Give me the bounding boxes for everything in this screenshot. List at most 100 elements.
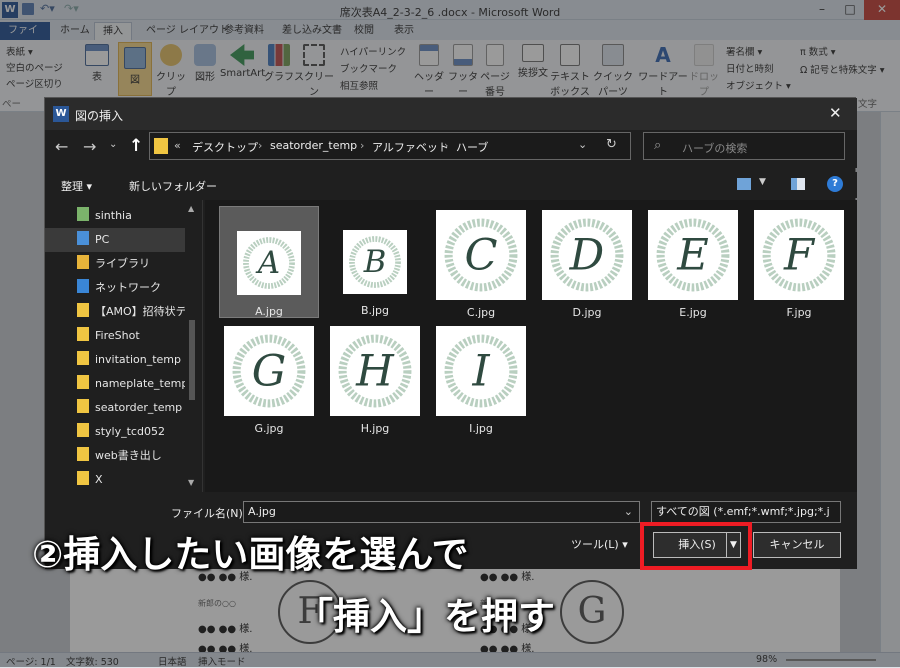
sidebar-item-label: ライブラリ	[95, 257, 150, 270]
monogram-letter: H	[355, 346, 395, 396]
instruction-line-2: 「挿入」を押す	[296, 595, 555, 638]
view-dropdown-icon[interactable]: ▼	[759, 177, 766, 187]
monogram-letter: F	[783, 230, 816, 280]
file-name: E.jpg	[679, 306, 707, 319]
file-item[interactable]: I I.jpg	[431, 322, 531, 435]
chevron-right-icon: ›	[444, 139, 449, 152]
filename-input[interactable]: A.jpg ⌄	[243, 501, 640, 523]
filename-label: ファイル名(N):	[171, 507, 247, 520]
wreath-monogram-icon: G	[232, 334, 306, 408]
folder-icon	[77, 447, 89, 461]
breadcrumb-alphabet[interactable]: アルファベット	[372, 139, 449, 155]
monogram-letter: B	[363, 244, 387, 280]
preview-pane-icon[interactable]	[791, 178, 805, 190]
sidebar-item[interactable]: web書き出し	[45, 444, 185, 468]
file-name: D.jpg	[572, 306, 602, 319]
sidebar-item[interactable]: PC	[45, 228, 185, 252]
file-list: A A.jpg B B.jpg C C.jpg D D.jpg E E.jpg F F.jpg G G.j…	[205, 200, 857, 492]
file-item[interactable]: H H.jpg	[325, 322, 425, 435]
wreath-monogram-icon: C	[444, 218, 518, 292]
dialog-close-button[interactable]: ✕	[829, 104, 842, 122]
sidebar-item[interactable]: X	[45, 468, 185, 492]
search-box[interactable]: ⌕ ハーブの検索	[643, 132, 845, 160]
sidebar-scrollbar[interactable]: ▲ ▼	[185, 202, 199, 490]
file-item[interactable]: C C.jpg	[431, 206, 531, 319]
search-icon: ⌕	[654, 138, 662, 153]
navigation-pane: sinthia PC ライブラリネットワーク 【AMO】招待状テ FireShot inv…	[45, 200, 203, 492]
sidebar-item[interactable]: invitation_temp	[45, 348, 185, 372]
file-item[interactable]: A A.jpg	[219, 206, 319, 318]
file-name: C.jpg	[466, 306, 496, 319]
sidebar-item[interactable]: sinthia	[45, 204, 185, 228]
sidebar-item-label: PC	[95, 233, 110, 246]
monogram-letter: G	[252, 346, 287, 396]
chevron-right-icon: ›	[360, 139, 365, 152]
scroll-thumb[interactable]	[189, 320, 195, 400]
network-icon	[77, 279, 89, 293]
instruction-line-1: ②挿入したい画像を選んで	[32, 533, 469, 576]
dialog-titlebar: W 図の挿入 ✕	[45, 98, 857, 130]
chevron-down-icon[interactable]: ⌄	[578, 138, 587, 151]
folder-icon	[77, 423, 89, 437]
breadcrumb-seatorder[interactable]: seatorder_temp	[270, 139, 357, 152]
view-options-icon[interactable]	[737, 178, 751, 190]
folder-icon	[77, 303, 89, 317]
image-thumbnail: D	[542, 210, 632, 300]
sidebar-item[interactable]: ライブラリ	[45, 252, 185, 276]
sidebar-item-label: invitation_temp	[95, 353, 181, 366]
help-icon[interactable]: ?	[827, 176, 843, 192]
sidebar-item[interactable]: nameplate_temp	[45, 372, 185, 396]
search-placeholder: ハーブの検索	[682, 142, 748, 155]
navigation-bar: ← → ⌄ ↑ « デスクトップ › seatorder_temp › アルファ…	[45, 130, 857, 168]
forward-arrow-icon[interactable]: →	[83, 137, 96, 156]
back-arrow-icon[interactable]: ←	[55, 137, 68, 156]
sidebar-item[interactable]: ネットワーク	[45, 276, 185, 300]
wreath-monogram-icon: H	[338, 334, 412, 408]
breadcrumb-overflow[interactable]: «	[174, 139, 181, 152]
sidebar-item[interactable]: styly_tcd052	[45, 420, 185, 444]
folder-icon	[77, 327, 89, 341]
sidebar-item[interactable]: seatorder_temp	[45, 396, 185, 420]
recent-dropdown-icon[interactable]: ⌄	[109, 139, 117, 150]
folder-icon	[77, 471, 89, 485]
sidebar-item-label: nameplate_temp	[95, 377, 185, 390]
wreath-monogram-icon: I	[444, 334, 518, 408]
wreath-monogram-icon: F	[762, 218, 836, 292]
file-name: F.jpg	[786, 306, 812, 319]
image-thumbnail: I	[436, 326, 526, 416]
monogram-letter: I	[471, 346, 490, 396]
sidebar-item[interactable]: FireShot	[45, 324, 185, 348]
highlight-box	[640, 522, 752, 570]
tools-button[interactable]: ツール(L) ▾	[571, 536, 628, 552]
file-item[interactable]: D D.jpg	[537, 206, 637, 319]
file-item[interactable]: E E.jpg	[643, 206, 743, 319]
folder-icon	[154, 138, 168, 154]
file-item[interactable]: G G.jpg	[219, 322, 319, 435]
breadcrumb-desktop[interactable]: デスクトップ	[192, 139, 258, 155]
image-thumbnail: A	[237, 231, 301, 295]
chevron-down-icon[interactable]: ⌄	[624, 502, 633, 522]
up-arrow-icon[interactable]: ↑	[129, 136, 143, 156]
new-folder-button[interactable]: 新しいフォルダー	[129, 178, 217, 194]
breadcrumb-herb[interactable]: ハーブ	[456, 139, 488, 155]
cancel-button[interactable]: キャンセル	[753, 532, 841, 558]
image-thumbnail: G	[224, 326, 314, 416]
chevron-right-icon: ›	[258, 139, 263, 152]
image-thumbnail: F	[754, 210, 844, 300]
file-item[interactable]: B B.jpg	[325, 206, 425, 318]
file-name: H.jpg	[360, 422, 390, 435]
monogram-letter: D	[569, 230, 605, 280]
dialog-title: 図の挿入	[75, 109, 124, 123]
filetype-select[interactable]: すべての図 (*.emf;*.wmf;*.jpg;*.j	[651, 501, 841, 523]
image-thumbnail: B	[343, 230, 407, 294]
sidebar-item-label: FireShot	[95, 329, 140, 342]
monogram-letter: C	[464, 230, 497, 280]
file-item[interactable]: F F.jpg	[749, 206, 849, 319]
sidebar-item-label: seatorder_temp	[95, 401, 183, 414]
organize-button[interactable]: 整理 ▾	[61, 178, 92, 194]
refresh-icon[interactable]: ↻	[606, 137, 617, 152]
sidebar-item[interactable]: 【AMO】招待状テ	[45, 300, 185, 324]
image-thumbnail: C	[436, 210, 526, 300]
address-bar[interactable]: « デスクトップ › seatorder_temp › アルファベット › ハー…	[149, 132, 631, 160]
wreath-monogram-icon: A	[243, 237, 295, 289]
